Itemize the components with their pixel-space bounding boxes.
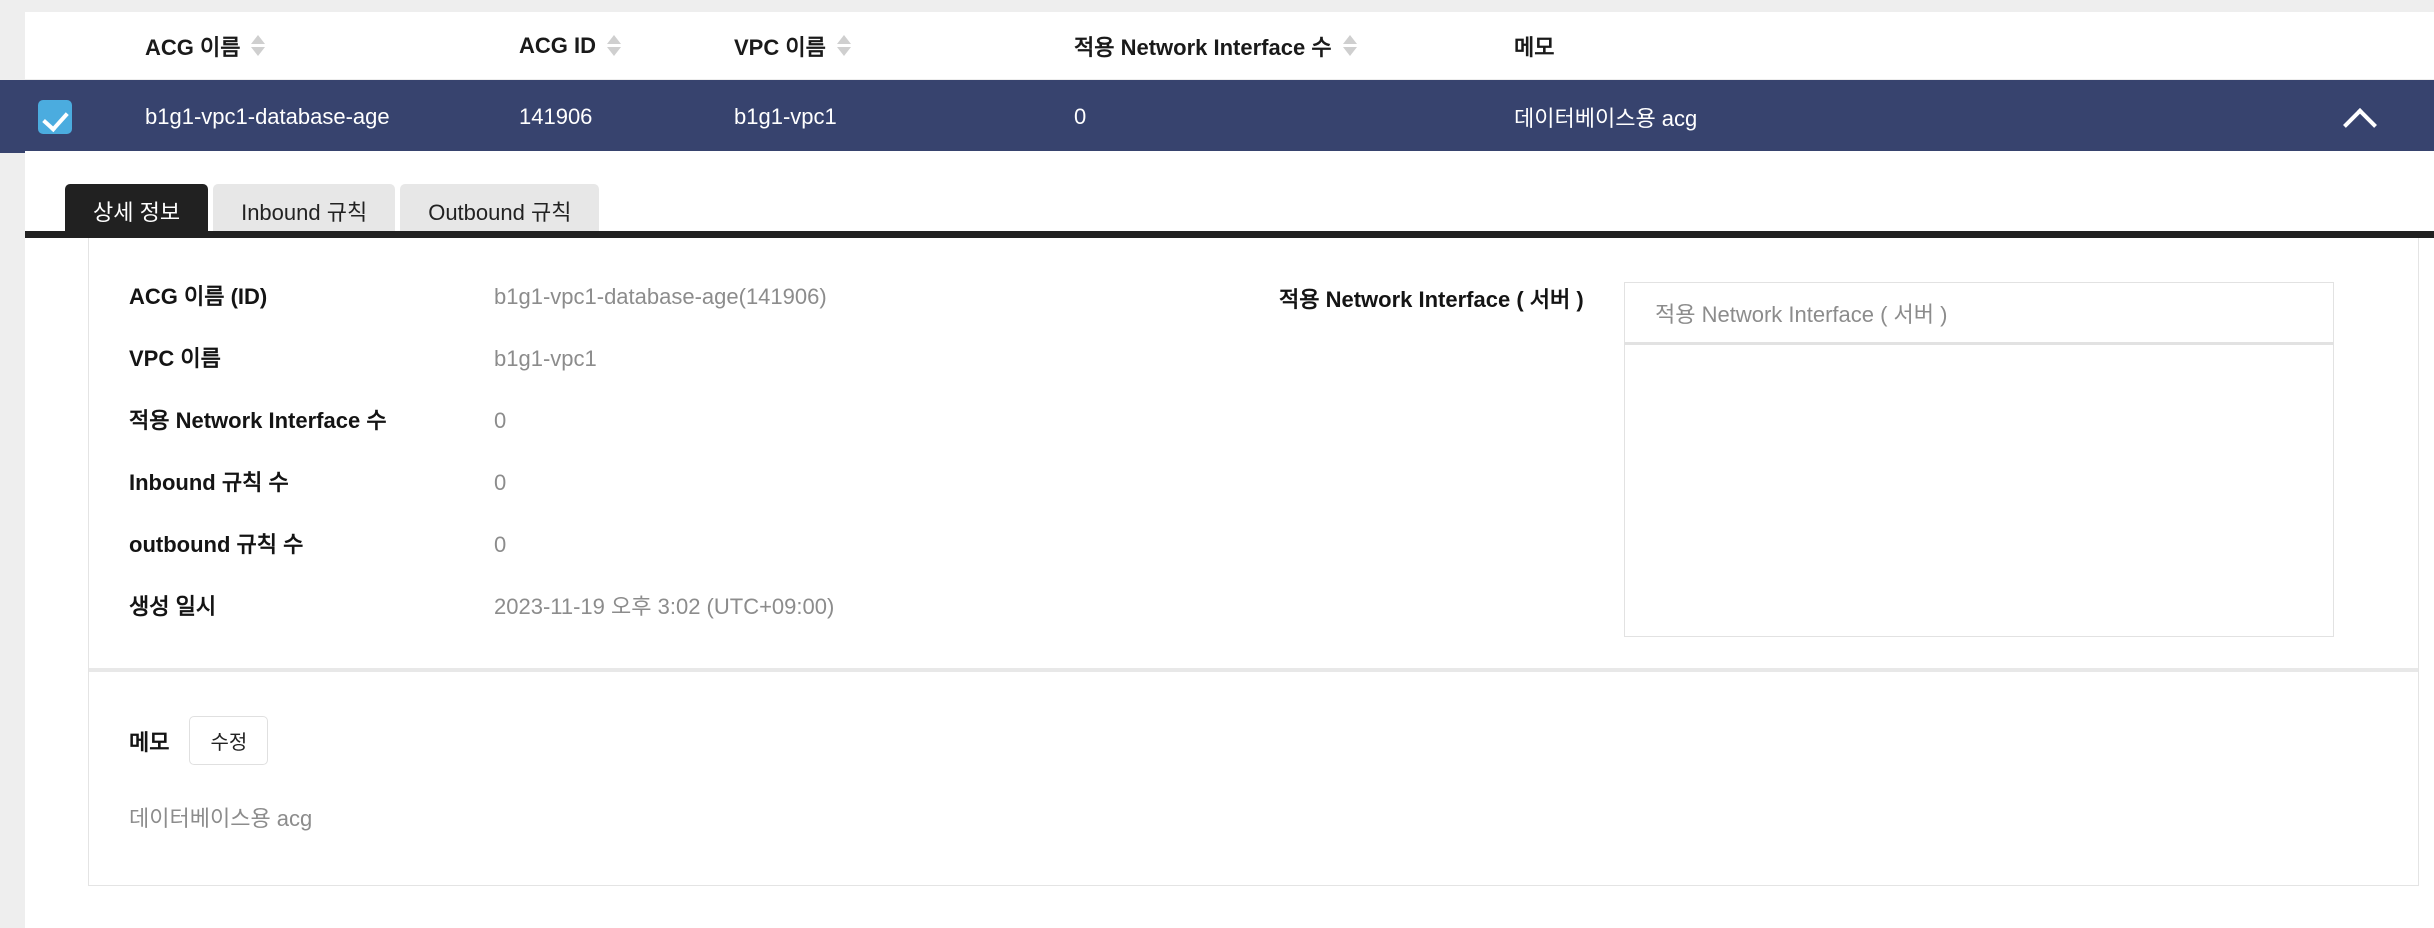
- field-value: b1g1-vpc1: [494, 346, 597, 371]
- field-value: 0: [494, 532, 507, 557]
- tab-details-label: 상세 정보: [93, 200, 181, 225]
- field-vpc-name: VPC 이름 b1g1-vpc1: [129, 344, 1279, 406]
- detail-panel: 상세 정보 Inbound 규칙 Outbound 규칙 ACG 이름 (ID)…: [25, 151, 2434, 928]
- row-cell-acg-name: b1g1-vpc1-database-age: [145, 103, 390, 129]
- field-label: 생성 일시: [129, 594, 217, 619]
- section-divider: [89, 668, 2418, 672]
- detail-grid: ACG 이름 (ID) b1g1-vpc1-database-age(14190…: [89, 238, 2418, 637]
- detail-tabs: 상세 정보 Inbound 규칙 Outbound 규칙: [25, 151, 2434, 238]
- header-label-nic-count: 적용 Network Interface 수: [1074, 34, 1332, 60]
- header-cell-acg-id[interactable]: ACG ID: [519, 33, 734, 59]
- field-value: 0: [494, 408, 507, 433]
- header-cell-nic-count[interactable]: 적용 Network Interface 수: [1074, 30, 1514, 62]
- header-cell-memo: 메모: [1514, 30, 2434, 62]
- field-label: 적용 Network Interface 수: [129, 408, 387, 433]
- header-label-acg-name: ACG 이름: [145, 34, 241, 60]
- tab-inbound-rules[interactable]: Inbound 규칙: [213, 184, 396, 238]
- field-label: ACG 이름 (ID): [129, 284, 268, 309]
- row-cell-vpc-name: b1g1-vpc1: [734, 103, 837, 129]
- chevron-up-icon[interactable]: [2344, 102, 2374, 132]
- field-outbound-rule-count: outbound 규칙 수 0: [129, 530, 1279, 592]
- tab-underline: [25, 231, 2434, 238]
- row-cell-memo: 데이터베이스용 acg: [1514, 105, 1698, 131]
- nic-list-box: 적용 Network Interface ( 서버 ): [1624, 282, 2334, 637]
- field-value: 2023-11-19 오후 3:02 (UTC+09:00): [494, 594, 835, 619]
- row-cell-acg-id: 141906: [519, 103, 593, 129]
- memo-text: 데이터베이스용 acg: [129, 806, 313, 831]
- field-nic-count: 적용 Network Interface 수 0: [129, 406, 1279, 468]
- header-cell-vpc-name[interactable]: VPC 이름: [734, 30, 1074, 62]
- field-label: Inbound 규칙 수: [129, 470, 289, 495]
- tab-outbound-rules-label: Outbound 규칙: [428, 200, 572, 225]
- nic-list-body: [1625, 345, 2333, 635]
- header-label-memo: 메모: [1514, 34, 1555, 60]
- tab-details[interactable]: 상세 정보: [65, 184, 209, 238]
- tab-inbound-rules-label: Inbound 규칙: [241, 200, 368, 225]
- memo-edit-button[interactable]: 수정: [189, 716, 269, 765]
- row-checkbox-cell: [25, 99, 72, 134]
- header-cell-acg-name[interactable]: ACG 이름: [72, 30, 519, 62]
- memo-section: 메모 수정 데이터베이스용 acg: [129, 716, 312, 833]
- field-acg-name-id: ACG 이름 (ID) b1g1-vpc1-database-age(14190…: [129, 282, 1279, 344]
- header-label-acg-id: ACG ID: [519, 32, 596, 58]
- field-value: 0: [494, 470, 507, 495]
- field-value: b1g1-vpc1-database-age(141906): [494, 284, 827, 309]
- table-row[interactable]: b1g1-vpc1-database-age 141906 b1g1-vpc1 …: [0, 80, 2434, 153]
- tab-outbound-rules[interactable]: Outbound 규칙: [400, 184, 600, 238]
- field-label: outbound 규칙 수: [129, 532, 304, 557]
- sort-icon-nic-count[interactable]: [1342, 35, 1357, 56]
- nic-section-label: 적용 Network Interface ( 서버 ): [1279, 287, 1584, 312]
- acg-detail-page: ACG 이름 ACG ID VPC 이름 적용 Network Interfac…: [0, 0, 2434, 928]
- sort-icon-acg-id[interactable]: [607, 35, 621, 56]
- memo-title: 메모: [129, 729, 170, 755]
- row-checkbox[interactable]: [38, 99, 72, 134]
- nic-list-header: 적용 Network Interface ( 서버 ): [1625, 283, 2333, 345]
- field-created-at: 생성 일시 2023-11-19 오후 3:02 (UTC+09:00): [129, 592, 1279, 654]
- tab-panel-details: ACG 이름 (ID) b1g1-vpc1-database-age(14190…: [88, 238, 2419, 886]
- detail-field-list: ACG 이름 (ID) b1g1-vpc1-database-age(14190…: [89, 282, 1279, 619]
- sort-icon-vpc-name[interactable]: [836, 35, 851, 56]
- nic-section: 적용 Network Interface ( 서버 ) 적용 Network I…: [1279, 282, 2418, 637]
- acg-table: ACG 이름 ACG ID VPC 이름 적용 Network Interfac…: [0, 12, 2434, 153]
- memo-header: 메모 수정: [129, 716, 312, 765]
- field-inbound-rule-count: Inbound 규칙 수 0: [129, 468, 1279, 530]
- header-label-vpc-name: VPC 이름: [734, 34, 826, 60]
- row-cell-nic-count: 0: [1074, 103, 1087, 129]
- field-label: VPC 이름: [129, 346, 221, 371]
- sort-icon-acg-name[interactable]: [251, 35, 266, 56]
- table-header-row: ACG 이름 ACG ID VPC 이름 적용 Network Interfac…: [25, 12, 2434, 80]
